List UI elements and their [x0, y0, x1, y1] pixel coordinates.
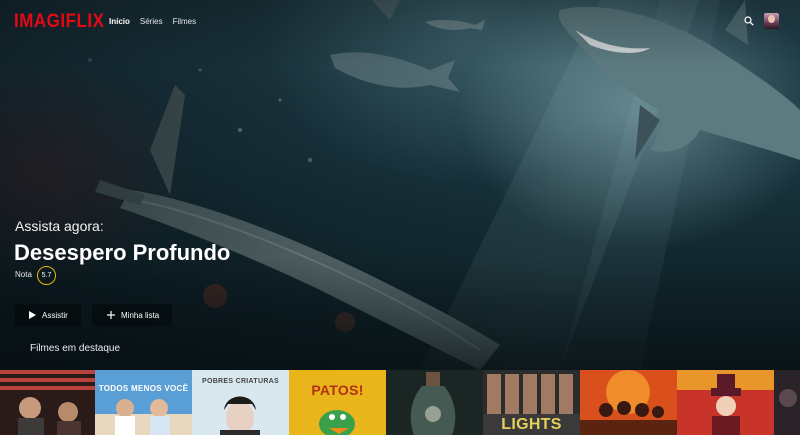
plus-icon: [107, 311, 115, 319]
poster-art: [386, 370, 483, 435]
poster-art: [580, 370, 677, 435]
watch-button-label: Assistir: [42, 310, 68, 320]
movie-poster-4[interactable]: PATOS!: [289, 370, 386, 435]
movie-poster-9[interactable]: [774, 370, 800, 435]
search-icon[interactable]: [744, 16, 754, 26]
play-icon: [29, 311, 36, 319]
movie-poster-1[interactable]: [0, 370, 95, 435]
movie-poster-7[interactable]: [580, 370, 677, 435]
poster-title: TODOS MENOS VOCÊ: [98, 384, 189, 393]
hero-eyebrow: Assista agora:: [15, 218, 104, 234]
poster-art: [289, 370, 386, 435]
nav-item-series[interactable]: Séries: [140, 17, 163, 26]
poster-title: LIGHTS: [501, 416, 562, 433]
watch-button[interactable]: Assistir: [15, 304, 81, 326]
rating-label: Nota: [15, 270, 32, 279]
top-navigation: IMAGIFLIX Início Séries Filmes: [0, 0, 800, 44]
nav-item-inicio[interactable]: Início: [109, 17, 130, 26]
featured-movies-row: TODOS MENOS VOCÊ POBRES CRIATURAS PATOS!: [0, 370, 800, 435]
poster-art: [774, 370, 800, 435]
poster-title: PATOS!: [311, 382, 364, 398]
hero-title: Desespero Profundo: [14, 240, 231, 265]
nav-item-filmes[interactable]: Filmes: [173, 17, 197, 26]
poster-art: [0, 370, 95, 435]
my-list-button-label: Minha lista: [121, 310, 160, 320]
movie-poster-5[interactable]: [386, 370, 483, 435]
movie-poster-8[interactable]: [677, 370, 774, 435]
main-nav: Início Séries Filmes: [109, 17, 196, 26]
hero-banner: IMAGIFLIX Início Séries Filmes Assista a…: [0, 0, 800, 370]
user-avatar[interactable]: [764, 13, 779, 29]
poster-art: [95, 370, 192, 435]
movie-poster-3[interactable]: POBRES CRIATURAS: [192, 370, 289, 435]
poster-art: [677, 370, 774, 435]
brand-logo[interactable]: IMAGIFLIX: [14, 10, 104, 33]
rating-badge: 5.7: [37, 266, 56, 285]
featured-section-title: Filmes em destaque: [30, 343, 121, 354]
movie-poster-6[interactable]: LIGHTS: [483, 370, 580, 435]
movie-poster-2[interactable]: TODOS MENOS VOCÊ: [95, 370, 192, 435]
my-list-button[interactable]: Minha lista: [92, 304, 172, 326]
poster-title: POBRES CRIATURAS: [201, 378, 279, 385]
